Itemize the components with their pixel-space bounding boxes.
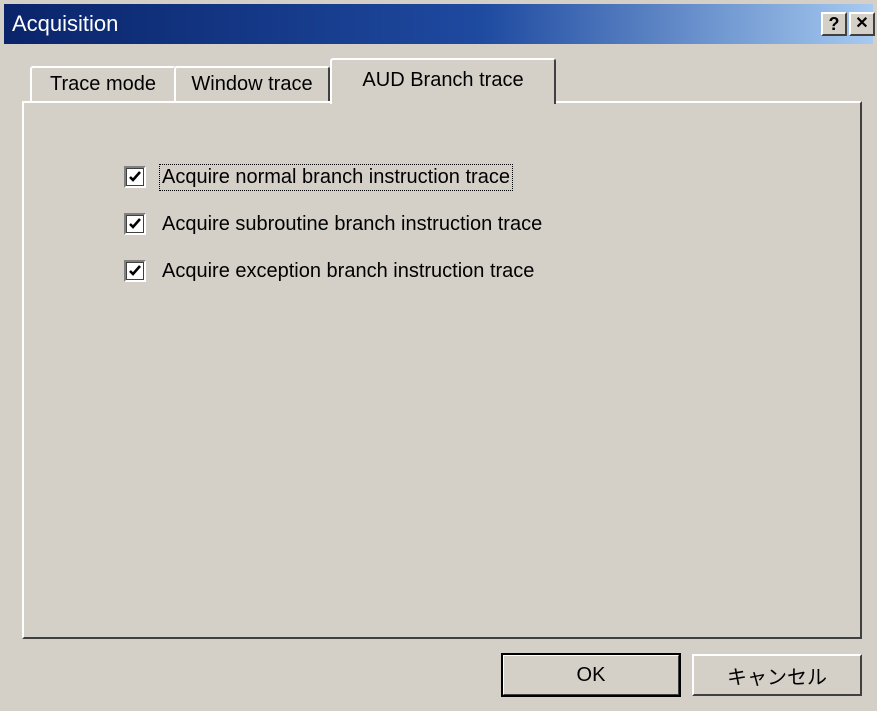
tab-window-trace[interactable]: Window trace [174, 66, 330, 102]
window-title: Acquisition [12, 11, 119, 36]
checkbox-normal-branch[interactable] [124, 166, 146, 188]
close-button[interactable]: ✕ [849, 12, 875, 36]
close-icon: ✕ [855, 15, 869, 32]
tab-aud-branch-trace[interactable]: AUD Branch trace [330, 58, 556, 104]
ok-button[interactable]: OK [501, 653, 681, 697]
help-button[interactable]: ? [821, 12, 847, 36]
option-label: Acquire exception branch instruction tra… [162, 259, 535, 282]
option-subroutine-branch[interactable]: Acquire subroutine branch instruction tr… [124, 211, 544, 237]
tab-panel: Acquire normal branch instruction trace … [22, 101, 862, 639]
checkbox-subroutine-branch[interactable] [124, 213, 146, 235]
checkmark-icon [129, 171, 141, 182]
option-exception-branch[interactable]: Acquire exception branch instruction tra… [124, 258, 536, 284]
cancel-button[interactable]: キャンセル [692, 654, 862, 696]
dialog-window: Acquisition ? ✕ Trace mode Window trace … [0, 0, 877, 711]
option-label: Acquire subroutine branch instruction tr… [162, 212, 543, 235]
checkmark-icon [129, 265, 141, 276]
title-bar[interactable]: Acquisition ? ✕ [4, 4, 875, 44]
option-label: Acquire normal branch instruction trace [159, 163, 513, 191]
help-icon: ? [828, 14, 840, 34]
option-normal-branch[interactable]: Acquire normal branch instruction trace [124, 163, 513, 191]
checkbox-exception-branch[interactable] [124, 260, 146, 282]
checkmark-icon [129, 218, 141, 229]
tab-trace-mode[interactable]: Trace mode [30, 66, 176, 102]
